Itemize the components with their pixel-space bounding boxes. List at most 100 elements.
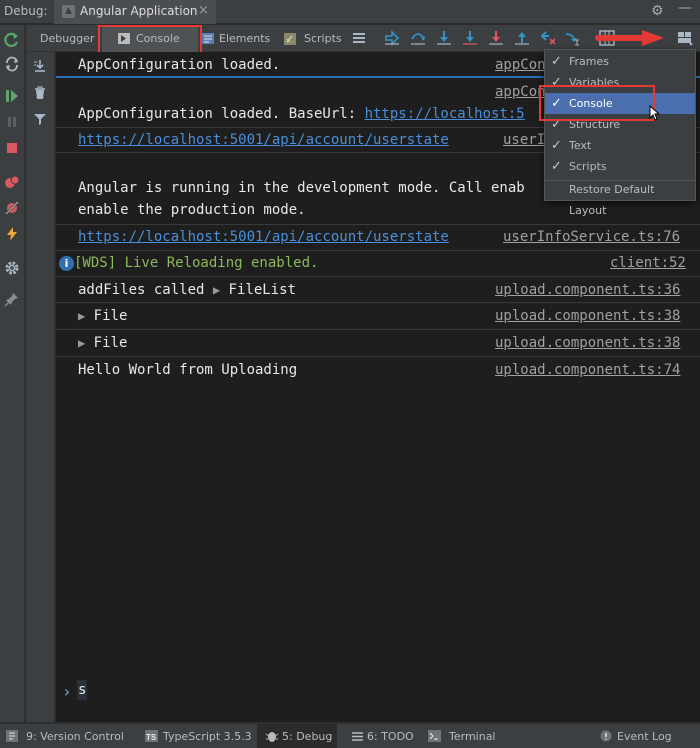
event-log-icon xyxy=(600,730,612,742)
console-row: https://localhost:5001/api/account/users… xyxy=(56,225,700,251)
filter-icon[interactable] xyxy=(32,111,48,127)
show-execution-point-icon[interactable] xyxy=(384,30,400,46)
console-url-link[interactable]: https://localhost:5001/api/account/users… xyxy=(78,132,449,148)
angular-application-tab[interactable]: Angular Application × xyxy=(54,0,216,24)
debugger-tabs-toolbar: Debugger Console Elements Scripts xyxy=(26,25,700,57)
todo-button[interactable]: 6: TODO xyxy=(352,724,414,748)
console-source-link[interactable]: upload.component.ts:36 xyxy=(495,282,680,298)
menu-item-scripts[interactable]: ✓ Scripts xyxy=(545,156,695,177)
hamburger-icon[interactable] xyxy=(352,31,366,45)
console-source-link[interactable]: appCon xyxy=(495,57,546,73)
tab-console[interactable]: Console xyxy=(102,25,198,52)
check-icon: ✓ xyxy=(551,117,562,132)
lightning-icon[interactable] xyxy=(4,226,20,242)
expand-triangle-icon[interactable]: ▶ xyxy=(213,283,220,297)
svg-text:TS: TS xyxy=(146,733,157,742)
step-into-icon[interactable] xyxy=(436,30,452,46)
check-icon: ✓ xyxy=(551,54,562,69)
console-source-link[interactable]: client:52 xyxy=(610,255,686,271)
view-breakpoints-icon[interactable] xyxy=(4,174,20,190)
todo-label: 6: TODO xyxy=(367,730,414,743)
bug-icon xyxy=(265,730,279,743)
mute-breakpoints-icon[interactable] xyxy=(4,200,20,216)
app-tab-label: Angular Application xyxy=(80,4,198,18)
typescript-icon: TS xyxy=(145,730,158,742)
console-message: enable the production mode. xyxy=(78,202,306,218)
trash-icon[interactable] xyxy=(32,85,48,101)
run-to-cursor-icon[interactable] xyxy=(564,30,580,46)
menu-item-structure[interactable]: ✓ Structure xyxy=(545,114,695,135)
event-log-label: Event Log xyxy=(617,730,672,743)
tab-scripts-label: Scripts xyxy=(304,32,342,45)
console-source-link[interactable]: upload.component.ts:38 xyxy=(495,308,680,324)
console-row: Hello World from Uploading upload.compon… xyxy=(56,357,700,384)
tab-debugger[interactable]: Debugger xyxy=(32,25,96,52)
console-icon xyxy=(118,33,130,44)
console-row: i [WDS] Live Reloading enabled. client:5… xyxy=(56,251,700,277)
typescript-button[interactable]: TS TypeScript 3.5.3 xyxy=(145,724,252,748)
layout-options-menu: ✓ Frames ✓ Variables ✓ Console ✓ Structu… xyxy=(544,49,696,217)
resume-icon[interactable] xyxy=(4,88,20,104)
console-url-link[interactable]: https://localhost:5 xyxy=(365,106,525,122)
console-object[interactable]: File xyxy=(94,335,128,351)
console-object[interactable]: FileList xyxy=(229,282,296,298)
console-source-link[interactable]: upload.component.ts:74 xyxy=(495,362,680,378)
console-source-link[interactable]: userI xyxy=(503,132,545,148)
scroll-to-end-icon[interactable] xyxy=(32,58,48,74)
tab-scripts[interactable]: Scripts xyxy=(284,25,342,52)
step-out-icon[interactable] xyxy=(514,30,530,46)
gear-icon[interactable]: ⚙ xyxy=(651,3,664,19)
close-icon[interactable]: × xyxy=(198,3,209,18)
console-message: Angular is running in the development mo… xyxy=(78,180,525,196)
debug-button[interactable]: 5: Debug xyxy=(257,724,337,748)
menu-item-restore-default-layout[interactable]: Restore Default Layout xyxy=(545,179,695,217)
gear-icon[interactable] xyxy=(4,260,20,276)
console-source-link[interactable]: appCon xyxy=(495,84,546,100)
pin-icon[interactable] xyxy=(4,291,20,307)
elements-icon xyxy=(202,33,214,44)
minimize-icon[interactable]: — xyxy=(678,0,692,16)
menu-item-label: Structure xyxy=(569,118,621,131)
force-step-into-icon[interactable] xyxy=(462,30,478,46)
menu-item-console[interactable]: ✓ Console xyxy=(545,93,695,114)
layout-settings-icon[interactable] xyxy=(677,30,693,46)
check-icon: ✓ xyxy=(551,75,562,90)
tab-debugger-label: Debugger xyxy=(40,32,95,45)
menu-item-label: Variables xyxy=(569,76,620,89)
check-icon: ✓ xyxy=(551,159,562,174)
menu-item-text[interactable]: ✓ Text xyxy=(545,135,695,156)
version-control-button[interactable]: 9: Version Control xyxy=(6,724,124,748)
step-over-icon[interactable] xyxy=(410,30,426,46)
step-out-red-icon[interactable] xyxy=(488,30,504,46)
menu-item-frames[interactable]: ✓ Frames xyxy=(545,51,695,72)
typescript-label: TypeScript 3.5.3 xyxy=(163,730,252,743)
tab-elements[interactable]: Elements xyxy=(202,25,271,52)
console-input[interactable]: s xyxy=(77,680,88,700)
console-source-link[interactable]: userInfoService.ts:76 xyxy=(503,229,680,245)
menu-item-variables[interactable]: ✓ Variables xyxy=(545,72,695,93)
menu-item-label: Frames xyxy=(569,55,610,68)
terminal-label: Terminal xyxy=(449,730,496,743)
console-message: ▶ File xyxy=(78,335,127,351)
console-message-text: AppConfiguration loaded. BaseUrl: xyxy=(78,106,365,122)
drop-frame-icon[interactable] xyxy=(540,30,556,46)
console-message: addFiles called ▶ FileList xyxy=(78,282,296,298)
red-arrow-annotation xyxy=(595,29,666,47)
menu-item-label: Console xyxy=(569,97,613,110)
terminal-button[interactable]: Terminal xyxy=(428,724,496,748)
rerun-icon[interactable] xyxy=(4,32,20,48)
event-log-button[interactable]: Event Log xyxy=(600,724,672,748)
console-url-link[interactable]: https://localhost:5001/api/account/users… xyxy=(78,229,449,245)
prompt-chevron-icon: › xyxy=(62,682,72,701)
stop-icon[interactable] xyxy=(4,140,20,156)
info-icon: i xyxy=(59,256,74,271)
tab-elements-label: Elements xyxy=(219,32,271,45)
console-source-link[interactable]: upload.component.ts:38 xyxy=(495,335,680,351)
menu-item-label: Scripts xyxy=(569,160,607,173)
console-message: ▶ File xyxy=(78,308,127,324)
console-message-text: addFiles called xyxy=(78,282,213,298)
menu-item-label: Restore Default Layout xyxy=(569,183,655,217)
sync-icon[interactable] xyxy=(4,56,20,72)
pause-icon[interactable] xyxy=(4,114,20,130)
console-object[interactable]: File xyxy=(94,308,128,324)
